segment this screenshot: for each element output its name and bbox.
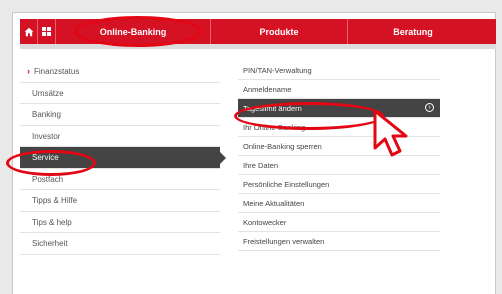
left-menu-item-label: Finanzstatus — [34, 67, 80, 76]
submenu-item-kontowecker[interactable]: Kontowecker — [238, 213, 440, 232]
left-menu-item-postfach[interactable]: Postfach — [20, 169, 220, 190]
left-menu: Finanzstatus Umsätze Banking Investor Se… — [20, 61, 226, 255]
left-menu-item-finanzstatus[interactable]: Finanzstatus — [20, 61, 220, 83]
subnav-divider — [20, 44, 496, 49]
tab-produkte[interactable]: Produkte — [211, 19, 348, 44]
left-menu-item-banking[interactable]: Banking — [20, 104, 220, 126]
submenu-item-label: Tageslimit ändern — [243, 104, 302, 113]
submenu-item-aktualitaeten[interactable]: Meine Aktualitäten — [238, 194, 440, 213]
submenu-item-freistellungen[interactable]: Freistellungen verwalten — [238, 232, 440, 251]
tab-online-banking[interactable]: Online-Banking — [56, 19, 211, 44]
submenu-item-einstellungen[interactable]: Persönliche Einstellungen — [238, 175, 440, 194]
submenu-item-anmeldename[interactable]: Anmeldename — [238, 80, 440, 99]
left-menu-item-service[interactable]: Service — [20, 147, 226, 169]
pointer-cursor-icon — [372, 108, 420, 163]
left-menu-item-tips-help[interactable]: Tips & help — [20, 212, 220, 233]
arrow-circle-icon: › — [425, 103, 434, 112]
left-menu-item-investor[interactable]: Investor — [20, 126, 220, 147]
grid-icon[interactable] — [38, 19, 56, 44]
left-menu-item-sicherheit[interactable]: Sicherheit — [20, 233, 220, 255]
left-menu-item-umsaetze[interactable]: Umsätze — [20, 83, 220, 104]
left-menu-item-tipps-hilfe[interactable]: Tipps & Hilfe — [20, 190, 220, 212]
top-navigation: Online-Banking Produkte Beratung — [20, 19, 496, 44]
home-icon[interactable] — [20, 19, 38, 44]
tab-beratung[interactable]: Beratung — [348, 19, 478, 44]
submenu-item-pin-tan[interactable]: PIN/TAN-Verwaltung — [238, 61, 440, 80]
